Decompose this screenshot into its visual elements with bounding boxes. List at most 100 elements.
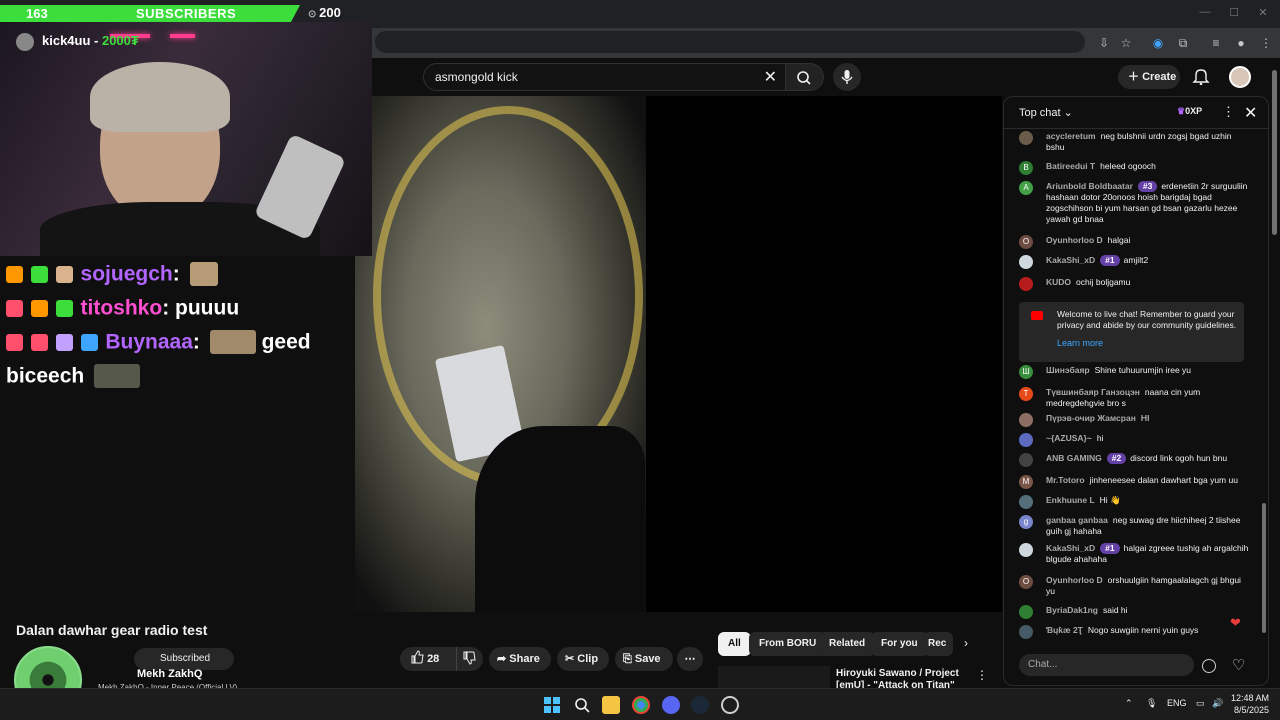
save-button[interactable]: ⎘ Save [615,647,673,671]
notifications-bell-icon[interactable] [1192,67,1210,85]
chat-message[interactable]: A Ariunbold Boldbaatar #3 erdenetiin 2r sur… [1019,181,1249,225]
chip-related[interactable]: Related [819,632,876,656]
chat-input[interactable]: Chat... [1019,654,1194,676]
obs-icon[interactable] [721,696,739,714]
system-clock[interactable]: 12:48 AM 8/5/2025 [1229,692,1269,716]
browser-menu-icon[interactable]: ⋮ [1258,35,1274,51]
chat-message[interactable]: g ganbaa ganbaa neg suwag dre hiichiheej 2… [1019,515,1249,537]
chat-message[interactable]: M Mr.Totoro jinheneesee dalan dawhart bga … [1019,475,1249,489]
chat-message[interactable]: Enkhuune L Hi 👋 [1019,495,1249,509]
search-input[interactable]: asmongold kick [435,70,518,84]
chat-author[interactable]: Oyunhorloo D [1046,575,1103,585]
windows-start-icon[interactable] [543,696,561,714]
chat-author[interactable]: KakaShi_xD [1046,255,1095,265]
chat-message[interactable]: O Oyunhorloo Dorshuulgiin hamgaalalagch g… [1019,575,1249,597]
learn-more-link[interactable]: Learn more [1057,338,1103,348]
chat-author-avatar[interactable] [1019,625,1033,639]
chat-author[interactable]: Ɓųƙæ 2Ʈ [1046,625,1083,635]
chat-message[interactable]: T Түвшинбаяр Ганзоцэн naana cin yum medreg… [1019,387,1249,409]
chat-author[interactable]: KakaShi_xD [1046,543,1095,553]
chat-author-avatar[interactable]: B [1019,161,1033,175]
chat-message[interactable]: KUDO ochij boljgamu [1019,277,1249,291]
chat-message[interactable]: Ш Шинэбаяр Shine tuhuurumjin iree yu [1019,365,1249,379]
chat-author-avatar[interactable]: O [1019,235,1033,249]
subscribed-button[interactable]: Subscribed [134,648,234,670]
volume-icon[interactable]: 🔊 [1212,698,1223,709]
chat-author[interactable]: KUDO [1046,277,1071,287]
voice-search-button[interactable] [833,63,861,91]
chat-message[interactable]: KakaShi_xD #1 amjilt2 [1019,255,1249,269]
close-window-icon[interactable]: ✕ [1248,6,1278,22]
file-explorer-icon[interactable] [602,696,620,714]
address-bar[interactable] [375,31,1085,53]
emoji-icon[interactable] [1202,659,1216,673]
chat-message[interactable]: O Oyunhorloo D halgai [1019,235,1249,249]
chat-author-avatar[interactable] [1019,543,1033,557]
chat-author-avatar[interactable] [1019,605,1033,619]
chat-message[interactable]: KakaShi_xD #1 halgai zgreee tushig ah arga… [1019,543,1249,565]
chat-message[interactable]: B Batireedui T heleed ogooch [1019,161,1249,175]
chat-author-avatar[interactable] [1019,413,1033,427]
maximize-icon[interactable]: ☐ [1219,6,1249,22]
chip-all[interactable]: All [718,632,751,656]
chat-author[interactable]: Шинэбаяр [1046,365,1090,375]
chat-message[interactable]: ANB GAMING #2 discord link ogoh hun bnu [1019,453,1249,467]
chat-message[interactable]: Ɓųƙæ 2Ʈ Nogo suwgiin nerni yuin guys [1019,625,1249,639]
search-box[interactable]: asmongold kick ✕ [423,63,786,91]
discord-icon[interactable] [662,696,680,714]
chip-recent[interactable]: Rec [923,632,953,656]
chat-author[interactable]: Oyunhorloo D [1046,235,1103,245]
chip-for-you[interactable]: For you [871,632,928,656]
chat-author[interactable]: Ariunbold Boldbaatar [1046,181,1133,191]
heart-reaction-icon[interactable]: ♡ [1232,656,1245,674]
share-button[interactable]: ➦ Share [489,647,551,671]
chat-author-avatar[interactable]: g [1019,515,1033,529]
chat-more-icon[interactable]: ⋮ [1222,104,1235,120]
chat-author-avatar[interactable]: T [1019,387,1033,401]
dislike-button[interactable] [456,647,483,671]
related-thumbnail[interactable] [718,666,830,690]
more-actions-button[interactable]: ⋯ [677,647,703,671]
chat-author[interactable]: acycleretum [1046,131,1096,141]
chat-message[interactable]: ByriaDak1ng said hi [1019,605,1249,619]
clear-search-icon[interactable]: ✕ [764,67,777,87]
chat-author[interactable]: ~{AZUSA}~ [1046,433,1092,443]
chat-author[interactable]: ByriaDak1ng [1046,605,1098,615]
chat-message[interactable]: ~{AZUSA}~ hi [1019,433,1249,447]
chrome-icon[interactable] [632,696,650,714]
create-button[interactable]: ＋ Create [1118,65,1180,89]
chip-from-boru[interactable]: From BORU [749,632,827,656]
chat-author-avatar[interactable] [1019,453,1033,467]
search-taskbar-icon[interactable] [573,696,591,714]
chat-author-avatar[interactable]: O [1019,575,1033,589]
chat-message[interactable]: Пүрэв-очир Жамсран HI [1019,413,1249,427]
chat-author[interactable]: ANB GAMING [1046,453,1102,463]
network-icon[interactable]: ▭ [1196,698,1205,709]
chat-author-avatar[interactable]: Ш [1019,365,1033,379]
chat-message[interactable]: acycleretum neg bulshnii urdn zogsj bgad … [1019,131,1249,153]
related-more-icon[interactable]: ⋮ [976,668,988,682]
close-chat-icon[interactable]: ✕ [1244,103,1257,123]
chat-author-avatar[interactable]: A [1019,181,1033,195]
chat-author-avatar[interactable] [1019,495,1033,509]
chat-author[interactable]: Mr.Totoro [1046,475,1085,485]
chat-author[interactable]: Batireedui T [1046,161,1095,171]
tray-mic-icon[interactable]: 🎙 [1146,698,1157,709]
chat-mode-dropdown[interactable]: Top chat ⌄ [1019,106,1073,119]
install-app-icon[interactable]: ⇩ [1096,35,1112,51]
profile-icon[interactable]: ● [1233,35,1249,51]
video-player[interactable] [355,96,1002,612]
bookmark-star-icon[interactable]: ☆ [1118,35,1134,51]
extensions-puzzle-icon[interactable]: ⧉ [1175,35,1191,51]
language-indicator[interactable]: ENG [1167,698,1187,708]
steam-icon[interactable] [691,696,709,714]
tray-chevron-up-icon[interactable]: ⌃ [1125,698,1133,709]
xp-badge[interactable]: ♛0XP [1177,106,1202,117]
page-scrollbar[interactable] [1272,70,1277,235]
account-avatar[interactable] [1229,66,1251,88]
chat-author[interactable]: ganbaa ganbaa [1046,515,1108,525]
minimize-icon[interactable]: — [1190,6,1220,22]
chat-author-avatar[interactable] [1019,255,1033,269]
clip-button[interactable]: ✂ Clip [557,647,609,671]
chat-author-avatar[interactable]: M [1019,475,1033,489]
